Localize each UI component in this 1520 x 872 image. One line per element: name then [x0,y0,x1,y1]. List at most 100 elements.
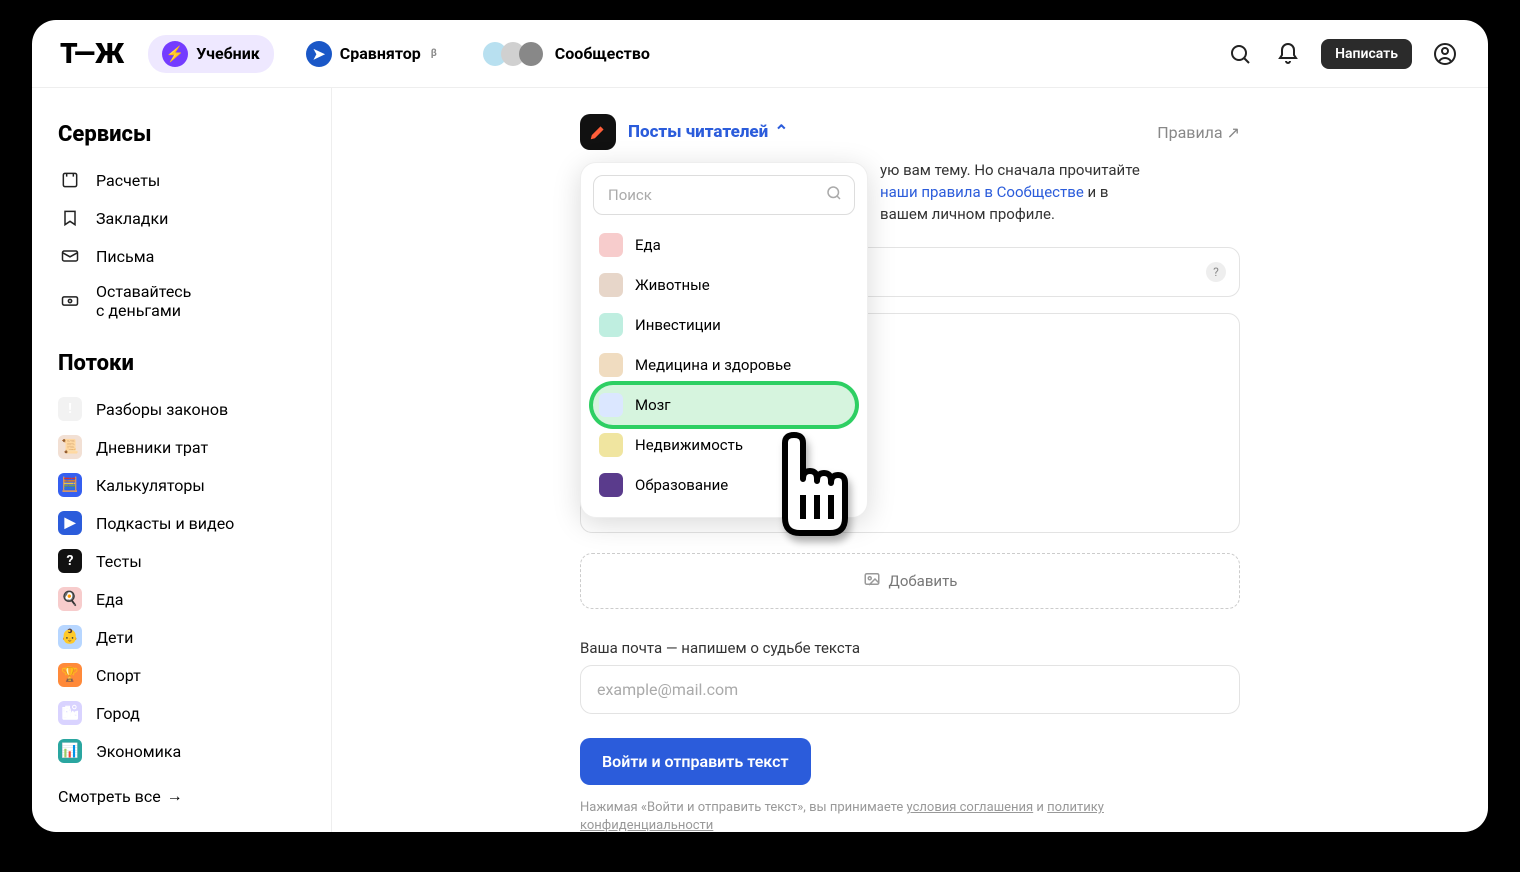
sidebar-item-label: Оставайтесь с деньгами [96,282,191,320]
email-input[interactable] [580,665,1240,714]
stream-icon: ▶ [58,511,82,535]
sidebar-stream-item[interactable]: ▶Подкасты и видео [58,504,305,542]
submit-button[interactable]: Войти и отправить текст [580,738,811,785]
dropdown-item-label: Еда [635,236,661,254]
dropdown-item-label: Животные [635,276,710,294]
stream-icon: ! [58,397,82,421]
stream-icon: 🧮 [58,473,82,497]
stream-label: Экономика [96,742,181,761]
sidebar-item-dengi[interactable]: Оставайтесь с деньгами [58,275,305,327]
dropdown-item-icon [599,393,623,417]
stream-icon: 🏆 [58,663,82,687]
rules-link[interactable]: Правила ↗ [1157,123,1240,142]
intro-link-rules[interactable]: наши правила [880,183,981,201]
dropdown-item-icon [599,233,623,257]
stream-icon: 📊 [58,739,82,763]
nav-label: Сообщество [555,44,650,63]
terms-link[interactable]: условия соглашения [907,800,1034,815]
profile-icon[interactable] [1430,39,1460,69]
pencil-square-icon [580,114,616,150]
image-icon [863,570,881,592]
arrow-right-icon: → [167,786,183,806]
sidebar-item-label: Закладки [96,209,168,228]
sidebar-stream-item[interactable]: 🏙 Город [58,694,305,732]
site-logo[interactable]: Т—Ж [60,37,130,70]
add-label: Добавить [889,572,958,590]
sidebar-item-pisma[interactable]: Письма [58,237,305,275]
stream-label: Еда [96,590,123,609]
dropdown-item[interactable]: Мозг [593,385,855,425]
dropdown-item[interactable]: Инвестиции [593,305,855,345]
dropdown-item-label: Недвижимость [635,436,743,454]
stream-label: Дневники трат [96,438,208,457]
stream-label: Дети [96,628,133,647]
category-dropdown-trigger[interactable]: Посты читателей ⌃ [628,122,788,142]
see-all-link[interactable]: Смотреть все → [58,786,305,806]
sidebar-stream-item[interactable]: 📊 Экономика [58,732,305,770]
sidebar-stream-item[interactable]: 🏆 Спорт [58,656,305,694]
dropdown-item-icon [599,473,623,497]
dropdown-item-label: Медицина и здоровье [635,356,791,374]
money-icon [58,289,82,313]
stream-label: Город [96,704,140,723]
sidebar-stream-item[interactable]: ? Тесты [58,542,305,580]
stream-label: Тесты [96,552,142,571]
disclaimer-text: Нажимая «Войти и отправить текст», вы пр… [580,799,1200,832]
dropdown-item-label: Образование [635,476,728,494]
sidebar-stream-item[interactable]: 📜 Дневники трат [58,428,305,466]
lightning-icon: ⚡ [162,41,188,67]
calc-icon [58,168,82,192]
chevron-up-icon: ⌃ [774,122,788,142]
dropdown-item-icon [599,433,623,457]
stream-label: Разборы законов [96,400,228,419]
stream-icon: 👶 [58,625,82,649]
bookmark-icon [58,206,82,230]
nav-uchebnik[interactable]: ⚡ Учебник [148,35,274,73]
dropdown-item-icon [599,353,623,377]
sidebar-stream-item[interactable]: 👶 Дети [58,618,305,656]
sidebar-stream-item[interactable]: 🍳 Еда [58,580,305,618]
sidebar-stream-item[interactable]: 🧮 Калькуляторы [58,466,305,504]
dropdown-item-label: Мозг [635,396,671,414]
sidebar-stream-item[interactable]: ! Разборы законов [58,390,305,428]
dropdown-item-icon [599,313,623,337]
see-all-label: Смотреть все [58,787,161,806]
beta-badge: β [431,48,437,59]
write-button[interactable]: Написать [1321,39,1412,69]
sidebar-item-label: Расчеты [96,171,160,190]
stream-icon: 🍳 [58,587,82,611]
dropdown-search-input[interactable] [593,175,855,215]
stream-icon: 🏙 [58,701,82,725]
sidebar-item-label: Письма [96,247,154,266]
sidebar-services-heading: Сервисы [58,122,305,147]
dropdown-item[interactable]: Образование [593,465,855,505]
dropdown-item[interactable]: Недвижимость [593,425,855,465]
arrow-icon: ➤ [306,41,332,67]
nav-label: Сравнятор [340,44,421,63]
stream-icon: 📜 [58,435,82,459]
nav-label: Учебник [196,44,260,63]
community-faces-icon [483,42,537,66]
nav-sravnyator[interactable]: ➤ Сравнятор β [292,35,451,73]
help-icon[interactable]: ? [1206,262,1226,282]
dropdown-item[interactable]: Животные [593,265,855,305]
stream-label: Спорт [96,666,141,685]
category-dropdown: Еда Животные Инвестиции Медицина и здоровье… [580,162,868,518]
nav-community[interactable]: Сообщество [469,36,664,72]
dropdown-item[interactable]: Медицина и здоровье [593,345,855,385]
dropdown-item[interactable]: Еда [593,225,855,265]
category-label: Посты читателей [628,122,768,142]
sidebar-item-zakladki[interactable]: Закладки [58,199,305,237]
search-icon [825,184,843,206]
search-icon[interactable] [1225,39,1255,69]
sidebar-item-raschety[interactable]: Расчеты [58,161,305,199]
sidebar-streams-heading: Потоки [58,351,305,376]
stream-label: Калькуляторы [96,476,205,495]
bell-icon[interactable] [1273,39,1303,69]
stream-icon: ? [58,549,82,573]
mail-icon [58,244,82,268]
dropdown-item-label: Инвестиции [635,316,721,334]
email-label: Ваша почта — напишем о судьбе текста [580,639,1240,657]
add-attachment-button[interactable]: Добавить [580,553,1240,609]
intro-link-community[interactable]: в Сообществе [984,183,1083,201]
